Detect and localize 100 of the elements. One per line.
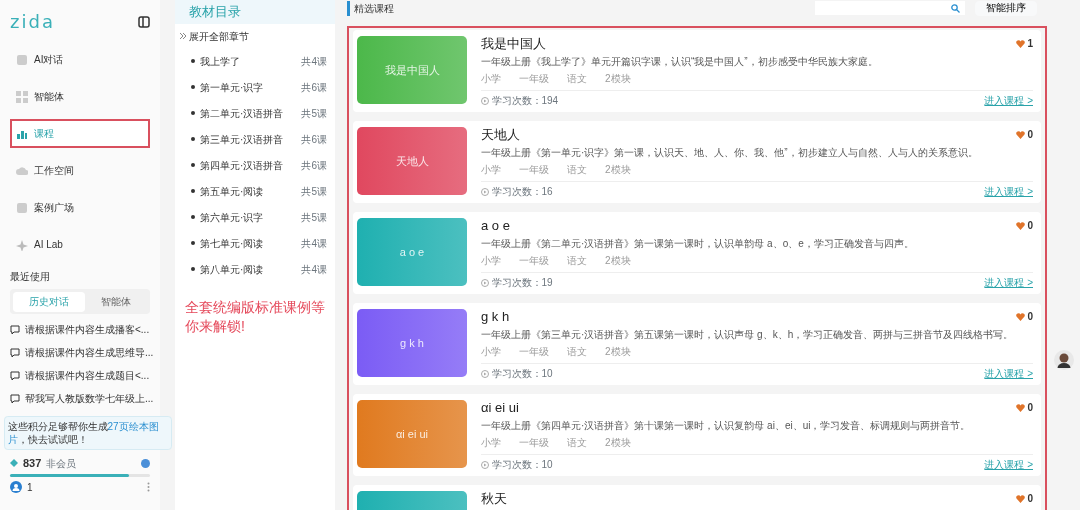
heart-icon — [1015, 312, 1025, 321]
nav-item[interactable]: 智能体 — [10, 82, 150, 111]
lesson-count: 共6课 — [301, 80, 327, 95]
like-count: 0 — [1027, 310, 1033, 325]
heart-icon — [1015, 130, 1025, 139]
square-icon — [16, 53, 28, 66]
course-title: 秋天 — [481, 490, 507, 508]
course-tag: 语文 — [567, 255, 587, 266]
chapter-item[interactable]: 第八单元·阅读 — [191, 261, 264, 277]
heart-icon — [1015, 494, 1025, 503]
nav-item[interactable]: 工作空间 — [10, 156, 150, 185]
banner-text: 这些积分足够帮你生成27页绘本图片，快去试试吧！ — [4, 416, 172, 450]
course-title: a o e — [481, 217, 510, 235]
history-item[interactable]: 请根据课件内容生成题目<... — [10, 368, 150, 383]
heart-icon — [1015, 403, 1025, 412]
thumbnail-title: a o e — [399, 244, 425, 260]
nav-item[interactable]: AI Lab — [10, 230, 150, 259]
chapter-item[interactable]: 第四单元·汉语拼音 — [191, 157, 284, 173]
course-tag: 小学 — [481, 255, 501, 266]
nav-item[interactable]: 案例广场 — [10, 193, 150, 222]
bullet-icon — [191, 85, 195, 89]
sort-button[interactable]: 智能排序 — [975, 0, 1037, 16]
course-tag: 语文 — [567, 73, 587, 84]
study-count: 学习次数：10 — [491, 458, 553, 472]
assistant-avatar-icon — [1053, 350, 1074, 370]
course-tag: 小学 — [481, 73, 501, 84]
course-tag: 2模块 — [605, 346, 631, 357]
study-count: 学习次数：19 — [491, 276, 553, 290]
expand-link[interactable]: 展开全部章节 — [175, 23, 335, 49]
course-tag: 语文 — [567, 346, 587, 357]
chapter-item[interactable]: 第三单元·汉语拼音 — [191, 131, 284, 147]
bullet-icon — [191, 163, 195, 167]
course-tag: 小学 — [481, 346, 501, 357]
lesson-count: 共6课 — [301, 158, 327, 173]
chat-icon — [10, 347, 20, 358]
points-value: 837 — [23, 456, 42, 471]
panel-title: 教材目录 — [175, 0, 335, 24]
search-field[interactable] — [815, 1, 965, 15]
study-count: 学习次数：194 — [491, 94, 559, 108]
chapter-item[interactable]: 第一单元·识字 — [191, 79, 264, 95]
promo-text: 全套统编版标准课例等你来解锁! — [184, 297, 326, 337]
gem-icon — [10, 459, 18, 468]
lesson-count: 共4课 — [301, 262, 327, 277]
like-count: 0 — [1027, 128, 1033, 143]
chapter-item[interactable]: 第五单元·阅读 — [191, 183, 264, 199]
membership-label: 非会员 — [46, 456, 77, 471]
collapse-icon — [138, 15, 150, 28]
section-title: 精选课程 — [347, 0, 394, 16]
lesson-count: 共4课 — [301, 54, 327, 69]
heart-icon — [1015, 221, 1025, 230]
cloud-icon — [16, 164, 28, 177]
section-title: 最近使用 — [10, 270, 51, 284]
course-card[interactable]: 秋天 0 — [353, 485, 1041, 510]
bullet-icon — [191, 189, 195, 193]
bullet-icon — [191, 59, 195, 63]
course-description: 一年级上册《第三单元·汉语拼音》第五课第一课时，认识声母 g、k、h，学习正确发音、两拼与三拼音节及四线格书写。 — [481, 327, 1015, 342]
course-tag: 小学 — [481, 164, 501, 175]
chat-icon — [10, 324, 20, 335]
bullet-icon — [191, 267, 195, 271]
chapter-item[interactable]: 第七单元·阅读 — [191, 235, 264, 251]
course-tag: 语文 — [567, 437, 587, 448]
course-description: 一年级上册《第二单元·汉语拼音》第一课第一课时，认识单韵母 a、o、e，学习正确发音与四声。 — [481, 236, 915, 251]
lesson-count: 共5课 — [301, 210, 327, 225]
play-icon — [481, 278, 489, 287]
course-description: 一年级上册《第一单元·识字》第一课，认识天、地、人、你、我、他”，初步建立人与自然、人与人的关系意识。 — [481, 145, 979, 160]
chat-icon — [10, 393, 20, 404]
sparkle-icon — [16, 238, 28, 251]
play-icon — [481, 187, 489, 196]
lesson-count: 共5课 — [301, 184, 327, 199]
logo: zida — [10, 10, 55, 34]
grid-icon — [16, 90, 28, 103]
thumbnail-title: 我是中国人 — [384, 62, 440, 78]
heart-icon — [1015, 39, 1025, 48]
thumbnail-title: g k h — [400, 335, 424, 351]
course-description: 一年级上册《第四单元·汉语拼音》第十课第一课时，认识复韵母 ai、ei、ui，学习发音、标调规则与两拼音节。 — [481, 418, 972, 433]
like-count: 1 — [1027, 37, 1033, 52]
like-count: 0 — [1027, 401, 1033, 416]
bullet-icon — [191, 137, 195, 141]
study-count: 学习次数：10 — [491, 367, 553, 381]
lesson-count: 共6课 — [301, 132, 327, 147]
course-tag: 2模块 — [605, 164, 631, 175]
square-icon — [16, 201, 28, 214]
chapter-item[interactable]: 第六单元·识字 — [191, 209, 264, 225]
tab[interactable]: 智能体 — [85, 291, 148, 312]
lesson-count: 共4课 — [301, 236, 327, 251]
bullet-icon — [191, 215, 195, 219]
course-title: g k h — [481, 308, 510, 326]
nav-item[interactable]: AI对话 — [10, 45, 150, 74]
chevron-icon — [180, 33, 186, 39]
chapter-item[interactable]: 我上学了 — [191, 53, 240, 69]
course-description: 一年级上册《我上学了》单元开篇识字课，认识“我是中国人”，初步感受中华民族大家庭。 — [481, 54, 879, 69]
play-icon — [481, 96, 489, 105]
course-tag: 2模块 — [605, 437, 631, 448]
chat-icon — [10, 370, 20, 381]
thumbnail-title: αi ei ui — [395, 426, 428, 442]
chapter-item[interactable]: 第二单元·汉语拼音 — [191, 105, 284, 121]
history-item[interactable]: 请根据课件内容生成播客<... — [10, 322, 150, 337]
play-icon — [481, 460, 489, 469]
course-title: αi ei ui — [481, 399, 519, 417]
course-tag: 2模块 — [605, 255, 631, 266]
